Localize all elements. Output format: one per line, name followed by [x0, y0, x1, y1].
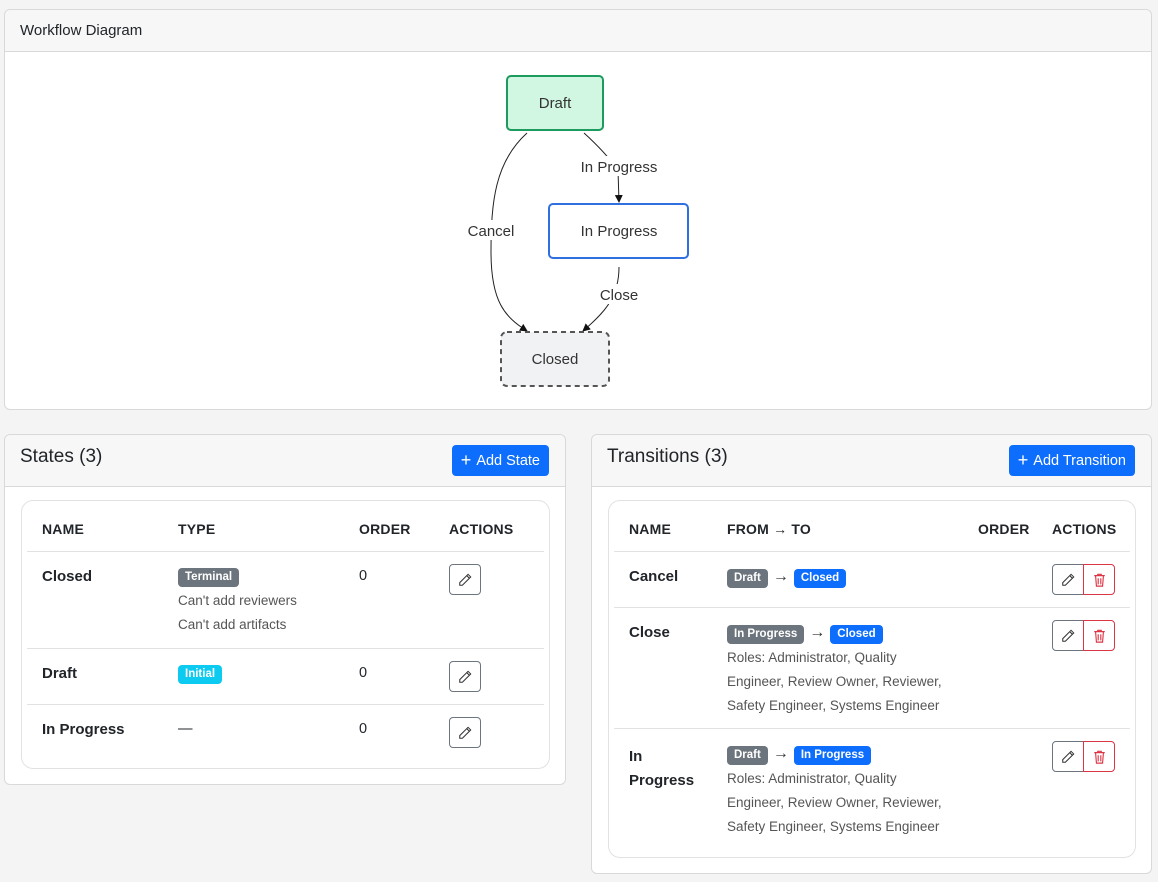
- from-badge: Draft: [727, 568, 768, 588]
- edge-label-in-progress: In Progress: [581, 159, 658, 176]
- node-in-progress-label: In Progress: [581, 223, 658, 240]
- state-name: In Progress: [42, 721, 125, 738]
- trash-icon: [1093, 573, 1105, 587]
- state-note: Can't add reviewers: [178, 593, 297, 608]
- state-order: 0: [359, 665, 368, 681]
- transition-name: Close: [629, 624, 670, 641]
- state-order: 0: [359, 568, 368, 584]
- from-to: In Progress → Closed Roles: Administrator,…: [727, 624, 942, 718]
- states-card: States (3) + Add State NAME TYPE ORDER A…: [4, 434, 566, 785]
- node-draft-label: Draft: [539, 95, 572, 112]
- state-name: Closed: [42, 568, 93, 585]
- pencil-icon: [459, 670, 472, 683]
- arrow-icon: →: [772, 745, 789, 762]
- transition-name-line: Progress: [629, 772, 695, 789]
- transitions-header: Transitions (3) + Add Transition: [592, 435, 1151, 487]
- table-row: Close In Progress → Closed Roles: Administ…: [614, 608, 1130, 729]
- edge-label-close: Close: [600, 287, 638, 304]
- states-table: NAME TYPE ORDER ACTIONS Closed Terminal …: [21, 500, 550, 769]
- transition-roles: Safety Engineer, Systems Engineer: [727, 818, 940, 834]
- col-order: ORDER: [978, 521, 1030, 537]
- col-from-to: FROM → TO: [727, 521, 811, 537]
- col-actions: ACTIONS: [1052, 521, 1117, 537]
- state-type: Terminal Can't add reviewers Can't add a…: [178, 568, 297, 637]
- transition-roles: Engineer, Review Owner, Reviewer,: [727, 673, 942, 689]
- transition-name: In Progress: [629, 745, 694, 793]
- table-row: Draft Initial 0: [27, 649, 544, 705]
- pencil-icon: [459, 573, 472, 586]
- pencil-icon: [459, 726, 472, 739]
- to-badge: Closed: [830, 624, 883, 644]
- transition-roles: Safety Engineer, Systems Engineer: [727, 697, 940, 713]
- state-order: 0: [359, 721, 368, 737]
- from-to: Draft → In Progress Roles: Administrator, …: [727, 745, 942, 839]
- add-transition-button[interactable]: + Add Transition: [1008, 445, 1135, 476]
- add-state-label: Add State: [476, 452, 540, 469]
- workflow-diagram-card: Workflow Diagram In Progress Cancel Clos…: [4, 9, 1152, 410]
- node-closed-label: Closed: [532, 351, 579, 368]
- node-closed[interactable]: Closed: [500, 331, 610, 387]
- table-header-row: NAME TYPE ORDER ACTIONS: [27, 501, 544, 552]
- pencil-icon: [1062, 629, 1075, 642]
- add-transition-label: Add Transition: [1033, 452, 1126, 469]
- from-badge: Draft: [727, 745, 768, 765]
- delete-transition-button[interactable]: [1083, 741, 1115, 772]
- delete-transition-button[interactable]: [1083, 620, 1115, 651]
- state-type: —: [178, 721, 193, 737]
- diagram-header: Workflow Diagram: [5, 10, 1151, 52]
- edit-state-button[interactable]: [449, 717, 481, 748]
- edge-label-cancel: Cancel: [468, 223, 515, 240]
- transitions-card: Transitions (3) + Add Transition NAME FR…: [591, 434, 1152, 874]
- delete-transition-button[interactable]: [1083, 564, 1115, 595]
- from-to: Draft → Closed: [727, 568, 847, 588]
- table-row: Cancel Draft → Closed: [614, 552, 1130, 608]
- transition-name: Cancel: [629, 568, 679, 585]
- diagram-title: Workflow Diagram: [20, 22, 143, 39]
- table-row: Closed Terminal Can't add reviewers Can'…: [27, 552, 544, 649]
- edit-state-button[interactable]: [449, 661, 481, 692]
- trash-icon: [1093, 750, 1105, 764]
- plus-icon: +: [460, 449, 472, 470]
- transition-name-line: In: [629, 748, 643, 765]
- edit-transition-button[interactable]: [1052, 741, 1084, 772]
- col-order: ORDER: [359, 521, 411, 537]
- from-badge: In Progress: [727, 624, 805, 644]
- pencil-icon: [1062, 573, 1075, 586]
- edit-transition-button[interactable]: [1052, 620, 1084, 651]
- state-note: Can't add artifacts: [178, 617, 287, 632]
- col-type: TYPE: [178, 521, 216, 537]
- table-row: In Progress Draft → In Progress Roles: Adm…: [614, 729, 1130, 850]
- col-actions: ACTIONS: [449, 521, 514, 537]
- arrow-icon: →: [809, 624, 826, 641]
- transition-roles: Engineer, Review Owner, Reviewer,: [727, 794, 942, 810]
- table-header-row: NAME FROM → TO ORDER ACTIONS: [614, 501, 1130, 552]
- plus-icon: +: [1017, 449, 1029, 470]
- col-name: NAME: [629, 521, 672, 537]
- table-row: In Progress — 0: [27, 705, 544, 761]
- terminal-badge: Terminal: [178, 568, 240, 587]
- transitions-table: NAME FROM → TO ORDER ACTIONS Cancel Draf…: [608, 500, 1136, 858]
- node-draft[interactable]: Draft: [506, 75, 604, 131]
- workflow-graph: In Progress Cancel Close Draft In Progre…: [463, 75, 689, 387]
- state-name: Draft: [42, 665, 78, 682]
- add-state-button[interactable]: + Add State: [451, 445, 549, 476]
- edit-state-button[interactable]: [449, 564, 481, 595]
- to-badge: Closed: [793, 568, 847, 588]
- edit-transition-button[interactable]: [1052, 564, 1084, 595]
- transition-roles: Roles: Administrator, Quality: [727, 770, 897, 786]
- transitions-title: Transitions (3): [607, 446, 728, 467]
- trash-icon: [1093, 629, 1105, 643]
- initial-badge: Initial: [178, 665, 223, 684]
- states-header: States (3) + Add State: [5, 435, 565, 487]
- transition-roles: Roles: Administrator, Quality: [727, 649, 897, 665]
- states-title: States (3): [20, 446, 103, 467]
- col-name: NAME: [42, 521, 85, 537]
- node-in-progress[interactable]: In Progress: [548, 203, 689, 259]
- arrow-icon: →: [772, 568, 789, 585]
- state-type: Initial: [178, 665, 223, 684]
- pencil-icon: [1062, 750, 1075, 763]
- to-badge: In Progress: [793, 745, 872, 765]
